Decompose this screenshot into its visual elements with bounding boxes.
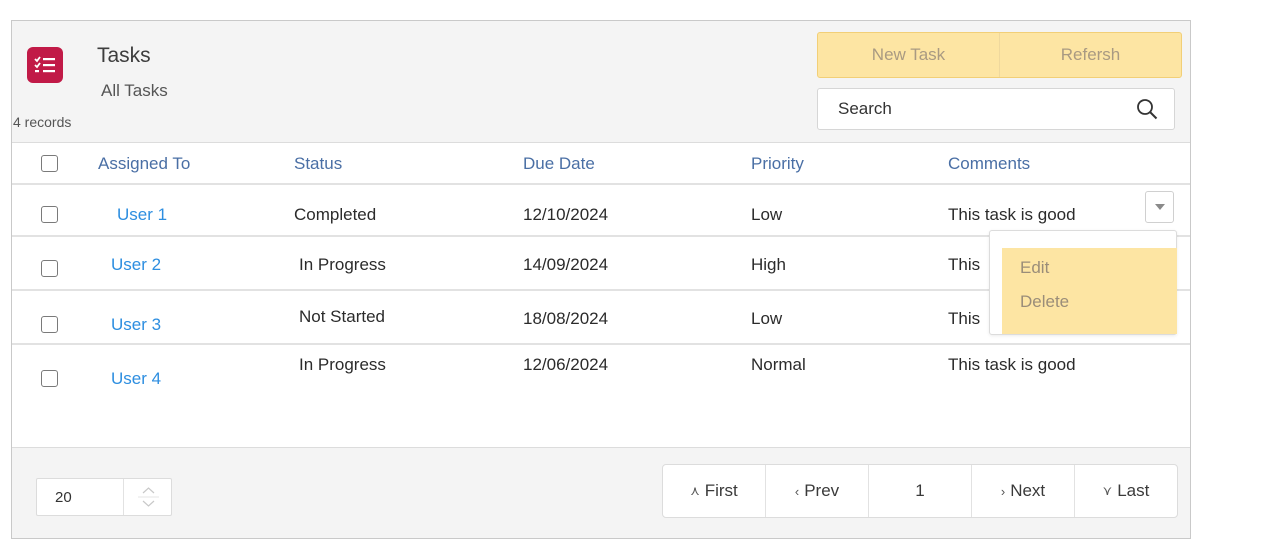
priority-cell: Normal <box>751 355 806 374</box>
new-task-button[interactable]: New Task <box>818 33 999 77</box>
last-page-label: Last <box>1117 481 1150 500</box>
due-date-cell: 12/10/2024 <box>523 205 609 224</box>
tasks-panel: Tasks All Tasks 4 records New Task Refer… <box>11 20 1191 539</box>
record-count: 4 records <box>13 114 72 130</box>
column-header-comments[interactable]: Comments <box>948 154 1030 174</box>
due-date-cell: 14/09/2024 <box>523 255 609 274</box>
page-size-spinner <box>123 479 172 515</box>
row-actions-menu: Edit Delete <box>989 230 1177 335</box>
chevron-left-icon: ‹ <box>794 483 800 499</box>
priority-cell: High <box>751 255 786 274</box>
table-row: User 4 In Progress 12/06/2024 Normal Thi… <box>12 347 1190 407</box>
next-page-button[interactable]: › Next <box>971 465 1074 517</box>
next-page-label: Next <box>1010 481 1046 500</box>
list-header: Tasks All Tasks 4 records New Task Refer… <box>12 21 1190 142</box>
table-footer: 20 ⋏ First ‹ Prev 1 › Next ⋎ Last <box>12 447 1190 538</box>
row-checkbox[interactable] <box>41 206 58 223</box>
comments-cell: This task is good <box>948 205 1076 224</box>
row-checkbox[interactable] <box>41 316 58 333</box>
column-header-priority[interactable]: Priority <box>751 154 804 174</box>
refresh-button[interactable]: Refersh <box>999 33 1181 77</box>
page-title: Tasks <box>97 44 151 67</box>
assigned-to-link[interactable]: User 3 <box>111 315 161 335</box>
comments-cell: This <box>948 309 981 328</box>
row-checkbox[interactable] <box>41 370 58 387</box>
assigned-to-link[interactable]: User 2 <box>111 255 161 275</box>
column-header-assigned-to[interactable]: Assigned To <box>98 154 190 174</box>
select-all-checkbox[interactable] <box>41 155 58 172</box>
priority-cell: Low <box>751 309 783 328</box>
current-page-button[interactable]: 1 <box>868 465 971 517</box>
chevron-right-icon: › <box>1000 483 1006 499</box>
due-date-cell: 18/08/2024 <box>523 309 609 328</box>
status-cell: In Progress <box>299 255 386 274</box>
comments-cell: This task is good <box>948 355 1076 374</box>
double-chevron-down-icon: ⋎ <box>1102 483 1113 498</box>
toolbar-button-group: New Task Refersh <box>817 32 1182 78</box>
assigned-to-link[interactable]: User 4 <box>111 369 161 389</box>
status-cell: In Progress <box>299 355 386 374</box>
menu-item-edit[interactable]: Edit <box>1020 258 1049 278</box>
comments-cell: This <box>948 255 981 274</box>
search-icon[interactable] <box>1136 98 1158 120</box>
status-cell: Not Started <box>299 307 385 326</box>
task-list-icon <box>27 47 63 83</box>
prev-page-label: Prev <box>804 481 840 500</box>
list-view-name[interactable]: All Tasks <box>101 81 168 101</box>
pagination: ⋏ First ‹ Prev 1 › Next ⋎ Last <box>662 464 1178 518</box>
status-cell: Completed <box>294 205 377 224</box>
spinner-up-icon[interactable] <box>142 487 155 494</box>
menu-item-delete[interactable]: Delete <box>1020 292 1069 312</box>
double-chevron-up-icon: ⋏ <box>690 483 700 498</box>
priority-cell: Low <box>751 205 783 224</box>
row-checkbox[interactable] <box>41 260 58 277</box>
chevron-down-icon <box>1154 204 1165 210</box>
page-size-stepper[interactable]: 20 <box>36 478 172 516</box>
due-date-cell: 12/06/2024 <box>523 355 609 374</box>
last-page-button[interactable]: ⋎ Last <box>1074 465 1177 517</box>
column-header-due-date[interactable]: Due Date <box>523 154 595 174</box>
first-page-button[interactable]: ⋏ First <box>663 465 765 517</box>
table-header-row: Assigned To Status Due Date Priority Com… <box>12 142 1190 185</box>
page-size-value[interactable]: 20 <box>55 489 72 506</box>
spinner-down-icon[interactable] <box>142 500 155 507</box>
row-actions-button[interactable] <box>1145 191 1174 223</box>
search-input[interactable] <box>818 89 1108 129</box>
search-box <box>817 88 1175 130</box>
prev-page-button[interactable]: ‹ Prev <box>765 465 868 517</box>
first-page-label: First <box>704 481 738 500</box>
column-header-status[interactable]: Status <box>294 154 342 174</box>
assigned-to-link[interactable]: User 1 <box>117 205 167 225</box>
